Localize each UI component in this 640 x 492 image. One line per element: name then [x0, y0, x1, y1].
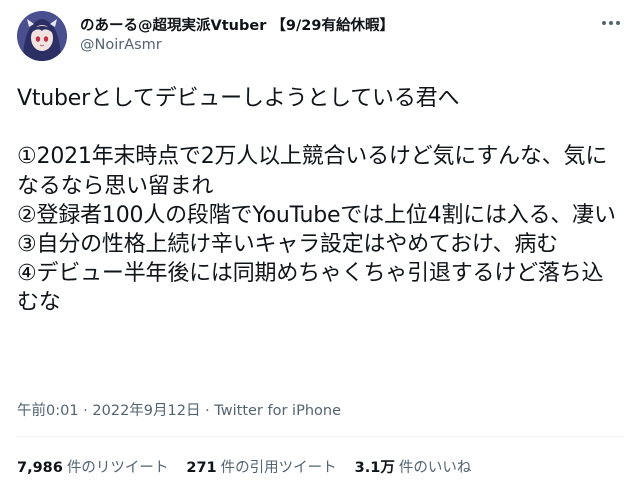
quotes-label: 件の引用ツイート — [220, 460, 337, 476]
divider — [17, 436, 623, 437]
author-handle[interactable]: @NoirAsmr — [80, 37, 162, 53]
tweet-text: Vtuberとしてデビューしようとしている君へ ①2021年末時点で2万人以上競… — [17, 86, 616, 316]
tweet-meta: 午前0:01 · 2022年9月12日 · Twitter for iPhone — [17, 399, 341, 420]
more-dot-icon — [602, 21, 606, 25]
tweet-source[interactable]: Twitter for iPhone — [214, 403, 341, 419]
retweets-count: 7,986 — [17, 460, 63, 476]
tweet-date[interactable]: 2022年9月12日 — [92, 403, 200, 419]
retweets-stat[interactable]: 7,986 件のリツイート — [17, 456, 168, 477]
likes-stat[interactable]: 3.1万 件のいいね — [355, 456, 472, 477]
quote-tweets-stat[interactable]: 271 件の引用ツイート — [186, 456, 336, 477]
avatar-icon — [17, 11, 67, 61]
likes-count: 3.1万 — [354, 460, 395, 476]
more-dot-icon — [609, 21, 613, 25]
meta-separator: · — [83, 403, 93, 419]
more-options-button[interactable] — [596, 10, 626, 36]
meta-separator: · — [205, 403, 215, 419]
author-display-name[interactable]: のあーる@超現実派Vtuber 【9/29有給休暇】 — [80, 14, 394, 35]
tweet-stats: 7,986 件のリツイート 271 件の引用ツイート 3.1万 件のいいね — [17, 456, 489, 477]
more-dot-icon — [616, 21, 620, 25]
avatar[interactable] — [17, 11, 67, 61]
tweet-time[interactable]: 午前0:01 — [17, 403, 79, 419]
retweets-label: 件のリツイート — [66, 460, 169, 476]
tweet-card: のあーる@超現実派Vtuber 【9/29有給休暇】 @NoirAsmr Vtu… — [0, 0, 640, 492]
likes-label: 件のいいね — [398, 460, 472, 476]
quotes-count: 271 — [186, 460, 217, 476]
